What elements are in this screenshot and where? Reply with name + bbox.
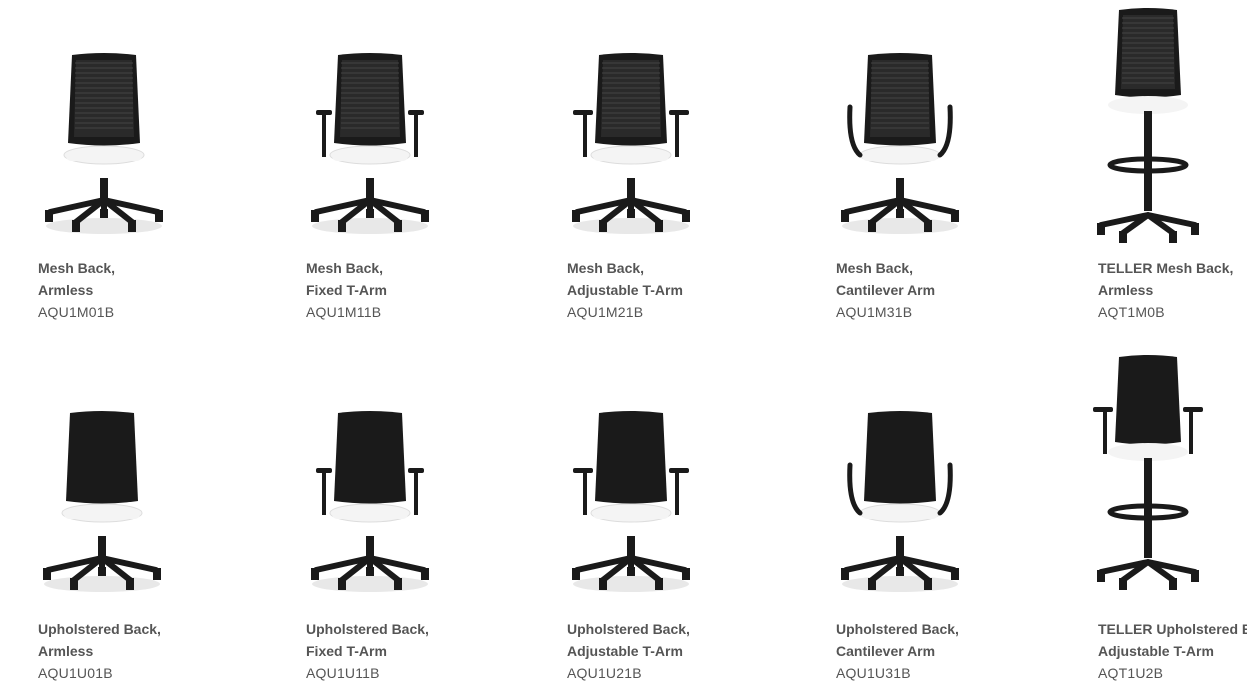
product-name-line2: Adjustable T-Arm xyxy=(1098,643,1214,659)
product-name-line1: TELLER Upholstered Back, xyxy=(1098,621,1247,637)
chair-image[interactable] xyxy=(40,40,168,240)
product-caption: Upholstered Back, Armless AQU1U01B xyxy=(38,618,161,684)
product-caption: Upholstered Back, Fixed T-Arm AQU1U11B xyxy=(306,618,429,684)
product-name-line1: Mesh Back, xyxy=(38,260,116,276)
product-name-line2: Fixed T-Arm xyxy=(306,643,387,659)
chair-illustration xyxy=(572,53,690,234)
product-name-line2: Armless xyxy=(38,282,94,298)
product-name-line2: Fixed T-Arm xyxy=(306,282,387,298)
chair-illustration xyxy=(311,411,429,592)
teller-stool-image[interactable] xyxy=(1093,352,1203,592)
chair-illustration xyxy=(841,53,959,234)
product-card[interactable]: TELLER Mesh Back, Armless AQT1M0B xyxy=(1088,0,1247,330)
product-code: AQU1U11B xyxy=(306,665,380,681)
product-caption: Mesh Back, Adjustable T-Arm AQU1M21B xyxy=(567,257,683,323)
product-name-line1: TELLER Mesh Back, xyxy=(1098,260,1234,276)
chair-illustration xyxy=(45,53,163,234)
product-name-line2: Adjustable T-Arm xyxy=(567,282,683,298)
product-caption: Mesh Back, Fixed T-Arm AQU1M11B xyxy=(306,257,387,323)
product-code: AQU1U01B xyxy=(38,665,113,681)
product-code: AQU1M21B xyxy=(567,304,644,320)
product-caption: Mesh Back, Armless AQU1M01B xyxy=(38,257,115,323)
chair-image[interactable] xyxy=(38,398,166,598)
product-name-line1: Mesh Back, xyxy=(836,260,914,276)
product-name-line2: Armless xyxy=(1098,282,1154,298)
chair-illustration xyxy=(43,411,161,592)
chair-illustration xyxy=(572,411,690,592)
product-name-line1: Upholstered Back, xyxy=(38,621,161,637)
product-code: AQU1M01B xyxy=(38,304,115,320)
product-name-line1: Upholstered Back, xyxy=(567,621,690,637)
product-name-line2: Armless xyxy=(38,643,94,659)
teller-stool-illustration xyxy=(1093,355,1203,590)
chair-illustration xyxy=(311,53,429,234)
chair-image[interactable] xyxy=(306,40,434,240)
teller-stool-illustration xyxy=(1097,8,1199,243)
product-caption: Mesh Back, Cantilever Arm AQU1M31B xyxy=(836,257,935,323)
chair-image[interactable] xyxy=(836,40,964,240)
product-name-line2: Cantilever Arm xyxy=(836,643,936,659)
chair-image[interactable] xyxy=(567,398,695,598)
chair-illustration xyxy=(841,411,959,592)
product-name-line1: Upholstered Back, xyxy=(836,621,959,637)
chair-image[interactable] xyxy=(567,40,695,240)
chair-image[interactable] xyxy=(836,398,964,598)
product-code: AQT1U2B xyxy=(1098,665,1164,681)
product-card[interactable]: TELLER Upholstered Back, Adjustable T-Ar… xyxy=(1088,340,1247,686)
product-name-line2: Cantilever Arm xyxy=(836,282,936,298)
chair-image[interactable] xyxy=(306,398,434,598)
product-caption: TELLER Mesh Back, Armless AQT1M0B xyxy=(1098,257,1233,323)
product-caption: TELLER Upholstered Back, Adjustable T-Ar… xyxy=(1098,618,1247,684)
product-code: AQU1U21B xyxy=(567,665,642,681)
product-code: AQU1U31B xyxy=(836,665,911,681)
product-caption: Upholstered Back, Adjustable T-Arm AQU1U… xyxy=(567,618,690,684)
product-name-line1: Upholstered Back, xyxy=(306,621,429,637)
product-code: AQT1M0B xyxy=(1098,304,1165,320)
product-code: AQU1M11B xyxy=(306,304,382,320)
product-name-line1: Mesh Back, xyxy=(567,260,645,276)
product-code: AQU1M31B xyxy=(836,304,913,320)
product-name-line1: Mesh Back, xyxy=(306,260,384,276)
teller-stool-image[interactable] xyxy=(1093,5,1203,245)
product-caption: Upholstered Back, Cantilever Arm AQU1U31… xyxy=(836,618,959,684)
product-name-line2: Adjustable T-Arm xyxy=(567,643,683,659)
